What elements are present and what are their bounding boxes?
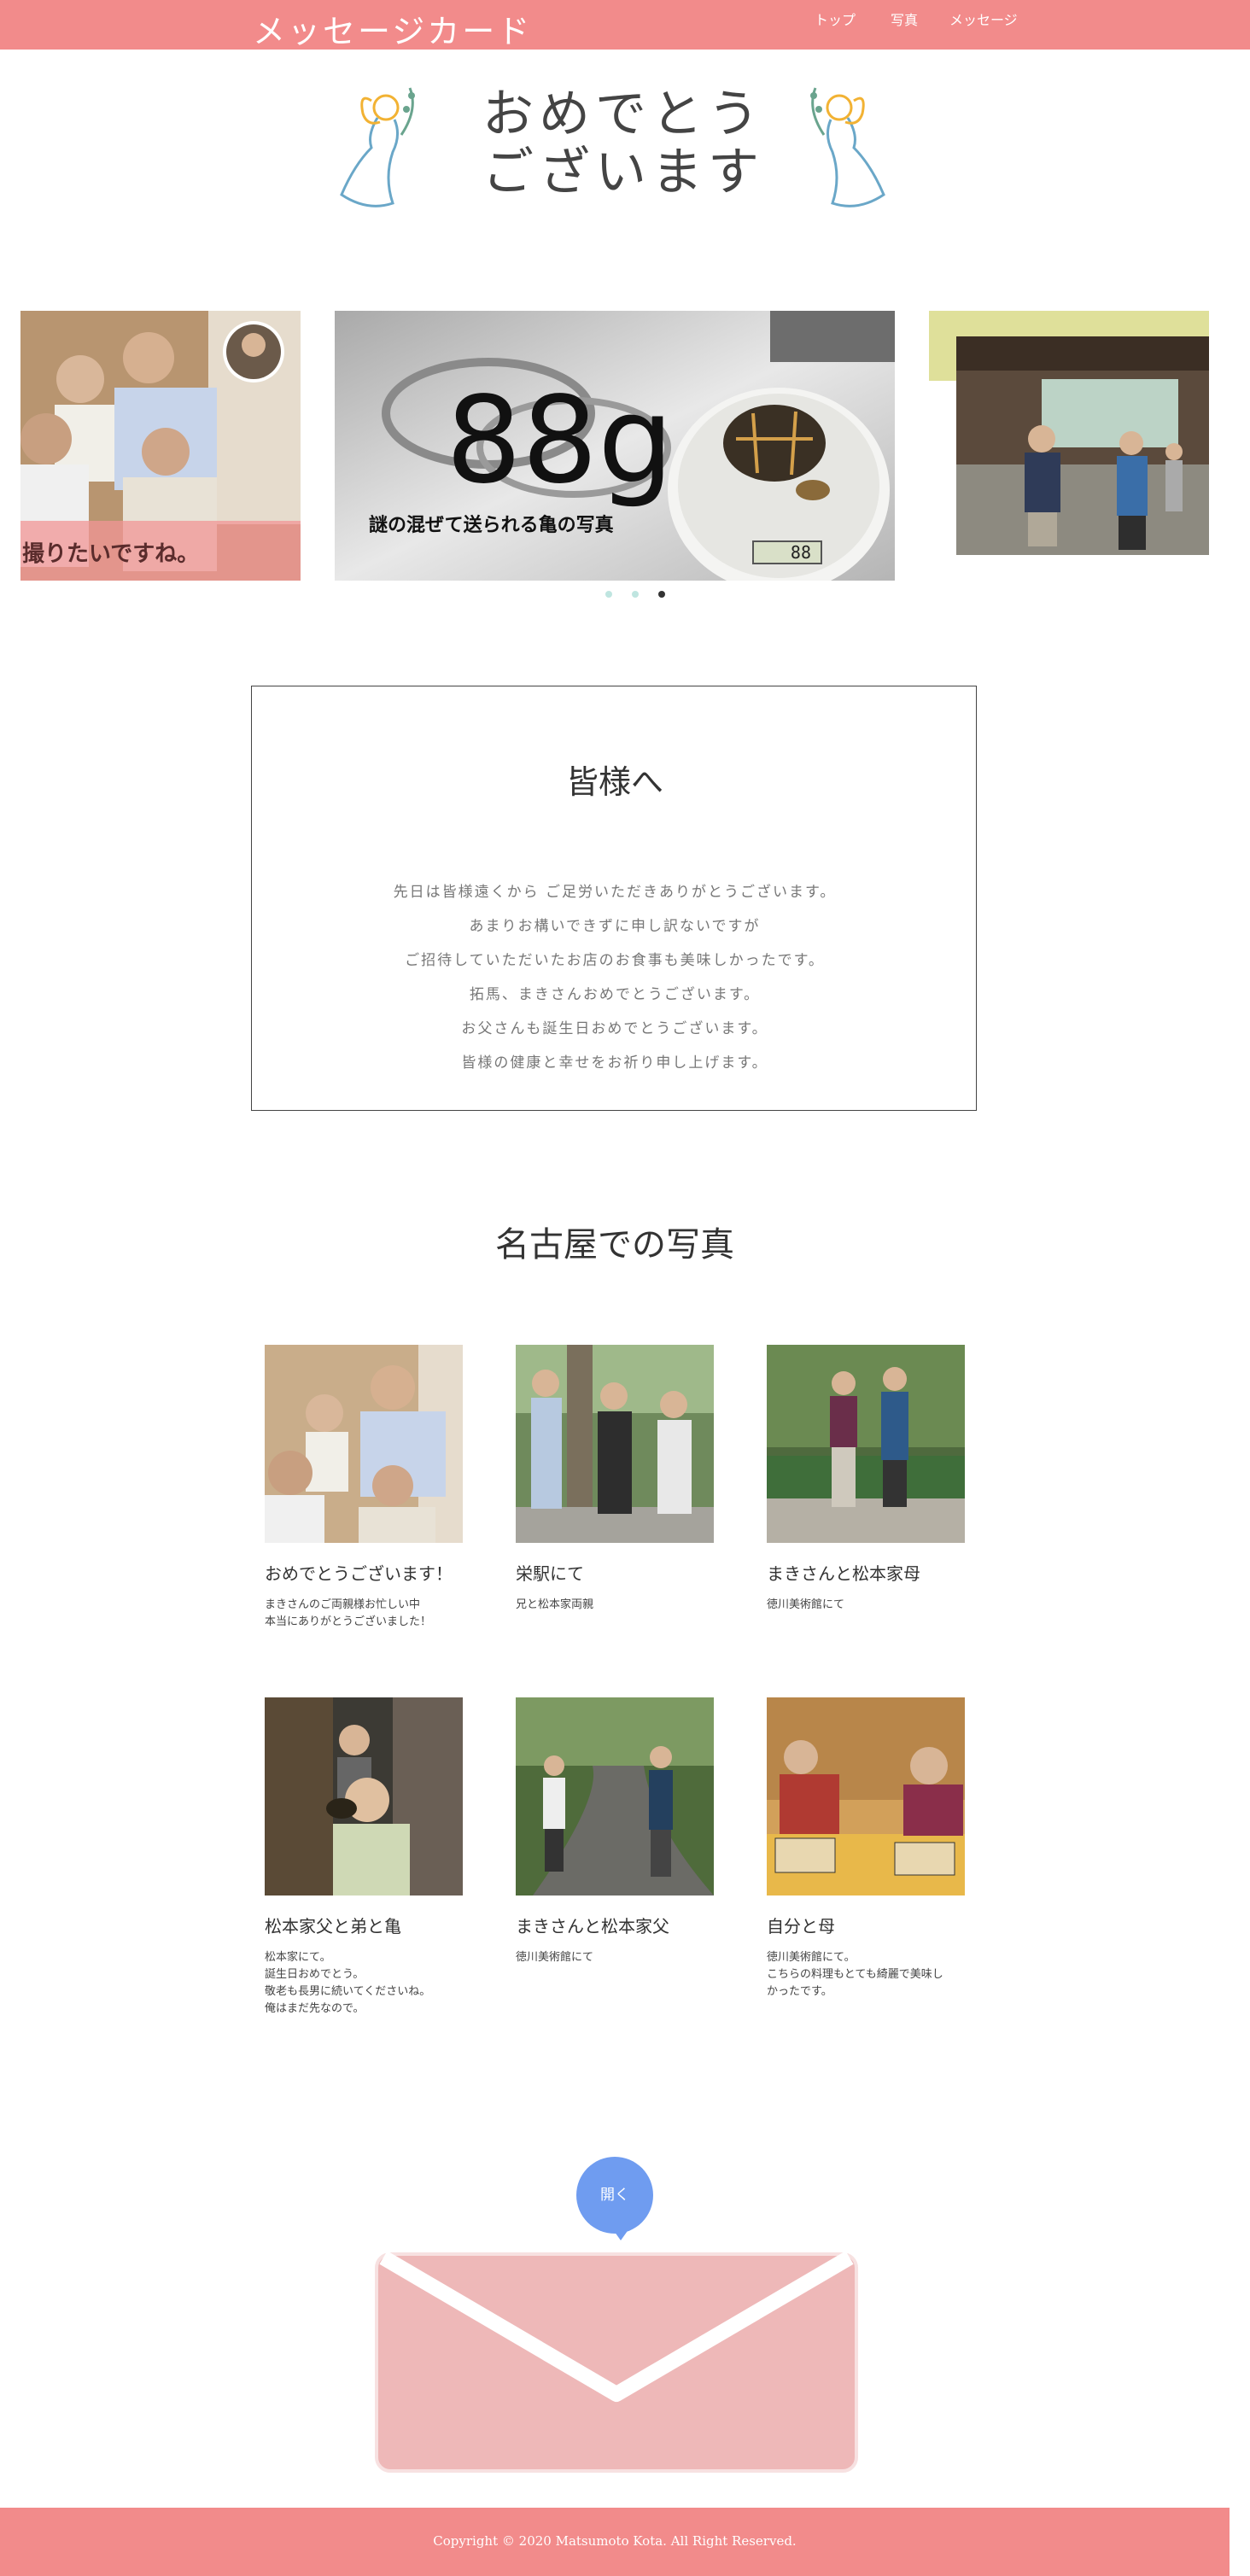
gallery-photo-1-image [265, 1345, 463, 1543]
slide-subtext: 謎の混ぜて送られる亀の写真 [369, 514, 614, 536]
message-line: あまりお構いできずに申し訳ないですが [469, 918, 761, 935]
gallery-photo-2-image [516, 1345, 714, 1543]
gallery-card-title: おめでとうございます！ [265, 1563, 453, 1584]
slide-prev[interactable]: 撮りたいですね。 [20, 311, 301, 581]
gallery-photo-4[interactable] [265, 1697, 463, 1895]
site-title[interactable]: メッセージカード [253, 5, 532, 52]
gallery-card-title: まきさんと松本家母 [767, 1563, 920, 1584]
gallery-card-desc: 徳川美術館にて。 こちらの料理もとても綺麗で美味し かったです。 [767, 1951, 943, 1998]
slide-current[interactable]: 88 88g 謎の混ぜて送られる亀の写真 [335, 311, 895, 581]
gallery-photo-3[interactable] [767, 1345, 965, 1543]
gallery-card-desc: 徳川美術館にて [767, 1598, 845, 1611]
scale-reading: 88 [791, 542, 811, 563]
message-line: ご招待していただいたお店のお食事も美味しかったです。 [405, 952, 825, 969]
message-line: お父さんも誕生日おめでとうございます。 [461, 1020, 768, 1037]
gallery-photo-6[interactable] [767, 1697, 965, 1895]
gallery-photo-6-image [767, 1697, 965, 1895]
open-envelope-button[interactable]: 開く [576, 2157, 653, 2234]
slide-next[interactable] [956, 336, 1209, 555]
gallery-photo-2[interactable] [516, 1345, 714, 1543]
slider-dot-2[interactable] [632, 591, 639, 598]
message-line: 先日は皆様遠くから ご足労いただきありがとうございます。 [393, 884, 837, 901]
nav-link-top[interactable]: トップ [815, 9, 856, 29]
angel-left-illustration [340, 87, 415, 207]
gallery-card-title: 自分と母 [767, 1916, 835, 1936]
gallery-photo-1[interactable] [265, 1345, 463, 1543]
nav-link-photos[interactable]: 写真 [891, 9, 918, 29]
hero-title: おめでとう ございます [453, 85, 794, 202]
slider-dot-1[interactable] [605, 591, 612, 598]
message-line: 皆様の健康と幸せをお祈り申し上げます。 [461, 1054, 768, 1072]
hero-title-line2: ございます [482, 143, 764, 202]
envelope-icon[interactable] [373, 2251, 860, 2474]
gallery-card-title: まきさんと松本家父 [516, 1916, 669, 1936]
gallery-card-desc: まきさんのご両親様お忙しい中 本当にありがとうございました！ [265, 1598, 432, 1628]
hero-title-line1: おめでとう [482, 85, 764, 144]
gallery-title: 名古屋での写真 [495, 1225, 734, 1265]
gallery-card-desc: 兄と松本家両親 [516, 1598, 594, 1611]
nav-link-message[interactable]: メッセージ [949, 9, 1018, 29]
gallery-photo-3-image [767, 1345, 965, 1543]
slider-dot-3[interactable] [658, 591, 665, 598]
gallery-card-desc: 松本家にて。 誕生日おめでとう。 敬老も長男に続いてくださいね。 俺はまだ先なの… [265, 1951, 431, 2015]
gallery-card-title: 栄駅にて [516, 1563, 584, 1584]
gallery-card-title: 松本家父と弟と亀 [265, 1916, 401, 1936]
message-heading: 皆様へ [565, 763, 663, 801]
copyright-text: Copyright © 2020 Matsumoto Kota. All Rig… [433, 2533, 797, 2549]
gallery-photo-4-image [265, 1697, 463, 1895]
gallery-photo-5-image [516, 1697, 714, 1895]
slide-caption: 撮りたいですね。 [20, 521, 301, 581]
gallery-photo-5[interactable] [516, 1697, 714, 1895]
slide-next-photo [956, 336, 1209, 555]
open-button-pointer [612, 2228, 629, 2240]
site-header [0, 0, 1250, 50]
gallery-card-desc: 徳川美術館にて [516, 1951, 594, 1964]
message-line: 拓馬、まきさんおめでとうございます。 [469, 986, 761, 1003]
slide-current-photo: 88 88g 謎の混ぜて送られる亀の写真 [335, 311, 895, 581]
slide-big-text: 88g [446, 371, 674, 511]
